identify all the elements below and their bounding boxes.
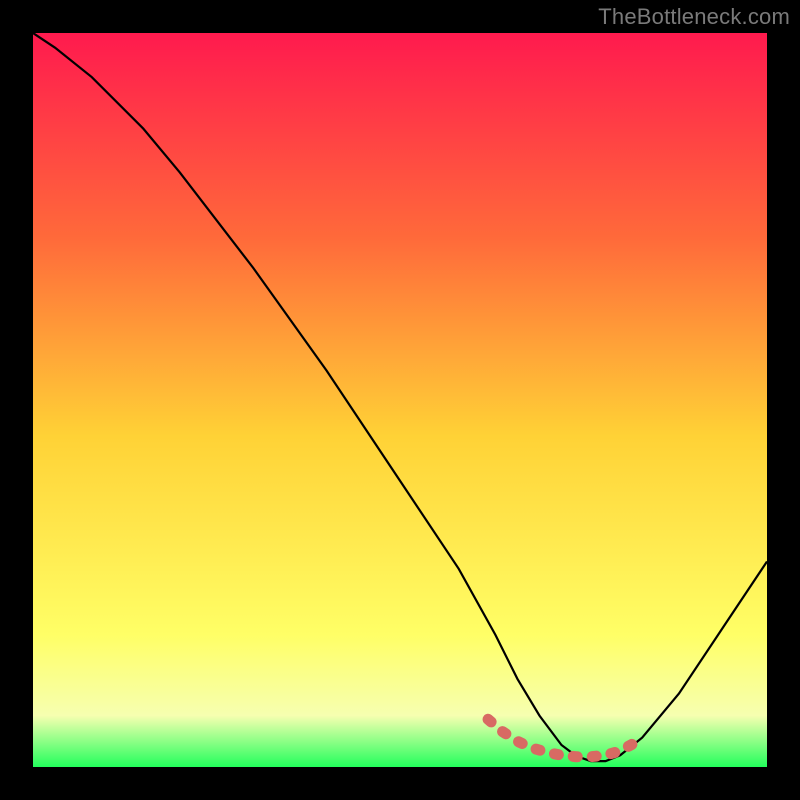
bottleneck-chart: [33, 33, 767, 767]
plot-area: [33, 33, 767, 767]
chart-frame: TheBottleneck.com: [0, 0, 800, 800]
watermark-text: TheBottleneck.com: [598, 4, 790, 30]
gradient-background: [33, 33, 767, 767]
